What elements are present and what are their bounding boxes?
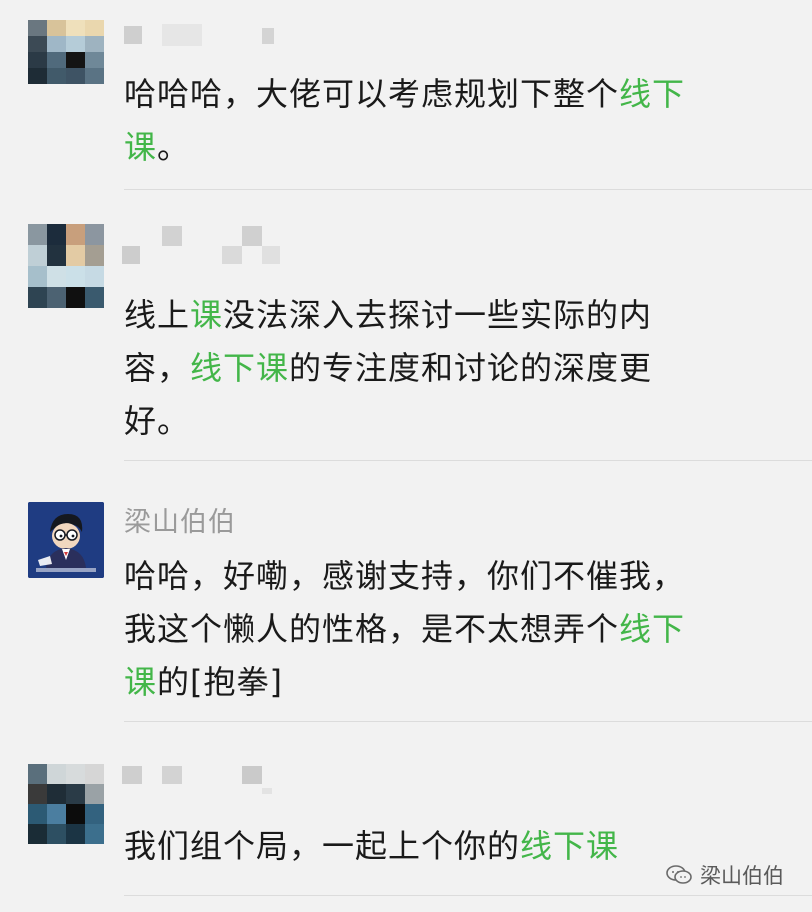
divider	[124, 895, 812, 896]
avatar-blurred[interactable]	[28, 20, 104, 84]
watermark-text: 梁山伯伯	[700, 864, 784, 888]
avatar-blurred[interactable]	[28, 764, 104, 844]
comment-text: 哈哈哈，大佬可以考虑规划下整个线下 课。	[124, 75, 686, 166]
author-avatar[interactable]	[28, 502, 104, 578]
comment-text: 线上课没法深入去探讨一些实际的内 容，线下课的专注度和讨论的深度更 好。	[124, 296, 653, 440]
cartoon-boy-icon	[28, 502, 104, 578]
divider	[124, 460, 812, 461]
author-name[interactable]: 梁山伯伯	[124, 500, 236, 539]
divider	[124, 189, 812, 190]
avatar-blurred[interactable]	[28, 224, 104, 308]
watermark: 梁山伯伯	[666, 860, 784, 890]
comment-text: 我们组个局，一起上个你的线下课	[124, 827, 620, 865]
wechat-icon	[666, 865, 692, 884]
divider	[124, 721, 812, 722]
comment-text: 哈哈，好嘞，感谢支持，你们不催我， 我这个懒人的性格，是不太想弄个线下 课的[抱…	[124, 557, 686, 701]
